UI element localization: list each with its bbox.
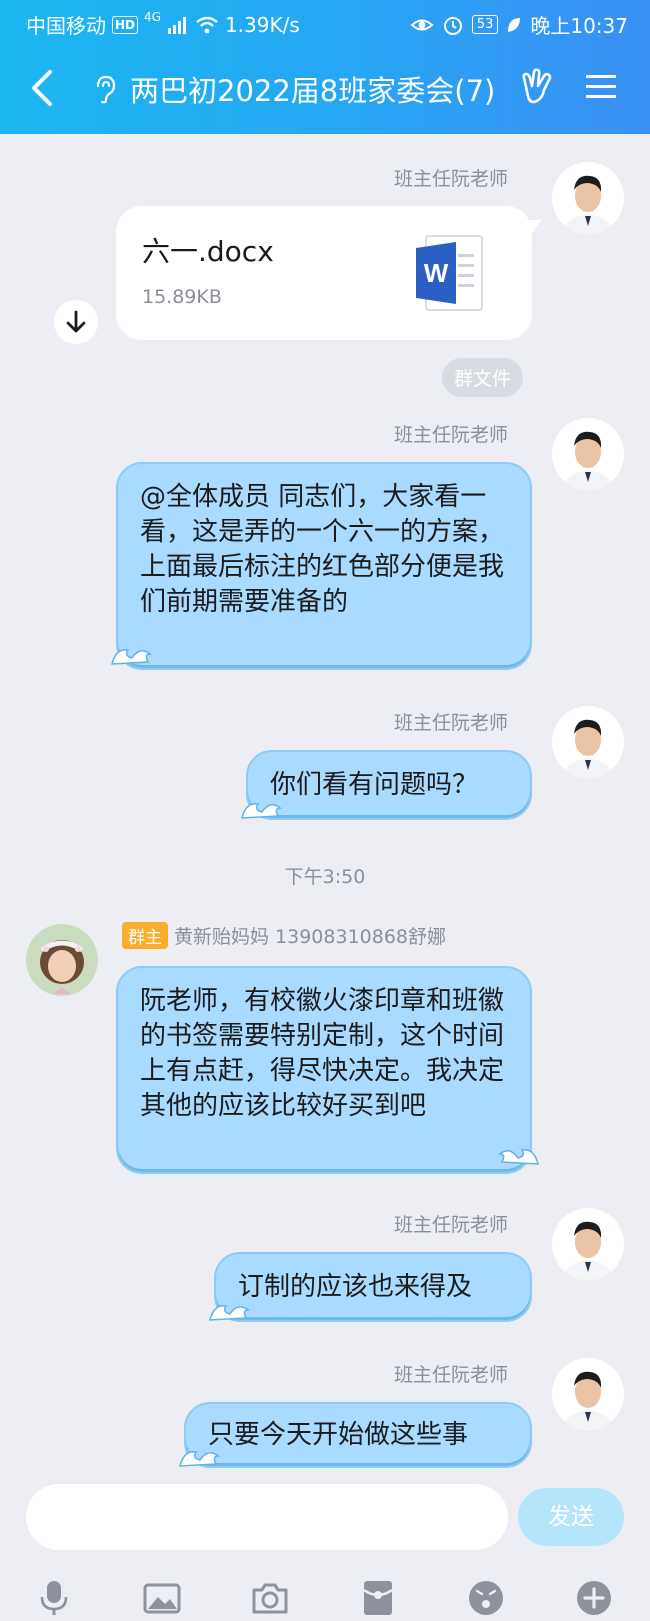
wave-decoration-icon [209, 1305, 251, 1321]
signal-icon [167, 16, 186, 34]
back-button[interactable] [24, 66, 64, 110]
avatar[interactable] [552, 1208, 624, 1280]
message-bubble[interactable]: @全体成员 同志们，大家看一看，这是弄的一个六一的方案，上面最后标注的红色部分便… [116, 462, 532, 670]
header: 中国移动 HD 4G 1.39K/s 53 晚上10:37 两巴初2022届8班… [0, 0, 650, 134]
teacher-avatar-icon [552, 1358, 624, 1430]
hand-icon[interactable] [516, 66, 558, 108]
chat-title[interactable]: 两巴初2022届8班家委会(7) [130, 68, 495, 110]
ear-icon [96, 75, 116, 104]
message-bubble[interactable]: 只要今天开始做这些事 [184, 1402, 532, 1468]
svg-text:W: W [424, 258, 449, 288]
avatar[interactable] [552, 706, 624, 778]
message-bubble[interactable]: 你们看有问题吗？ [246, 750, 532, 820]
sender-line: 群主 黄新贻妈妈 13908310868舒娜 [122, 922, 446, 949]
wave-decoration-icon [111, 649, 153, 665]
teacher-avatar-icon [552, 162, 624, 234]
avatar[interactable] [552, 162, 624, 234]
status-bar: 中国移动 HD 4G 1.39K/s 53 晚上10:37 [0, 0, 650, 46]
word-document-icon: W [416, 235, 483, 311]
owner-avatar-icon [26, 924, 98, 996]
sender-name: 班主任阮老师 [394, 712, 509, 734]
teacher-avatar-icon [552, 418, 624, 490]
hd-badge: HD [112, 15, 139, 34]
sender-name: 班主任阮老师 [394, 424, 509, 446]
message-text: 你们看有问题吗？ [270, 770, 479, 800]
file-size: 15.89KB [142, 286, 222, 308]
wave-decoration-icon [497, 1149, 539, 1165]
sender-name: 黄新贻妈妈 13908310868舒娜 [174, 926, 447, 948]
wifi-icon [196, 16, 218, 33]
message-bubble[interactable]: 订制的应该也来得及 [214, 1252, 532, 1322]
message-input[interactable] [26, 1484, 508, 1550]
plus-icon[interactable] [574, 1578, 614, 1618]
avatar[interactable] [552, 418, 624, 490]
message-text: @全体成员 同志们，大家看一看，这是弄的一个六一的方案，上面最后标注的红色部分便… [140, 482, 505, 617]
battery-indicator: 53 [471, 15, 499, 34]
arrow-down-icon [66, 310, 86, 333]
send-button[interactable]: 发送 [518, 1488, 624, 1546]
file-name: 六一.docx [142, 235, 274, 268]
camera-icon[interactable] [250, 1578, 290, 1618]
sender-name: 班主任阮老师 [394, 1364, 509, 1386]
message-text: 订制的应该也来得及 [238, 1272, 473, 1302]
owner-badge: 群主 [122, 922, 168, 949]
message-text: 只要今天开始做这些事 [208, 1420, 469, 1450]
sender-name: 班主任阮老师 [394, 168, 509, 190]
network-label: 4G [144, 9, 161, 24]
microphone-icon[interactable] [34, 1578, 74, 1618]
avatar[interactable] [552, 1358, 624, 1430]
input-toolbar [0, 1568, 650, 1621]
file-card[interactable]: 六一.docx 15.89KB W [116, 206, 532, 340]
download-button[interactable] [54, 300, 98, 344]
alarm-icon [443, 16, 462, 35]
red-packet-icon[interactable] [358, 1578, 398, 1618]
sender-name: 班主任阮老师 [394, 1214, 509, 1236]
teacher-avatar-icon [552, 1208, 624, 1280]
emoji-icon[interactable] [466, 1578, 506, 1618]
bubble-tail [528, 220, 542, 242]
clock-label: 晚上10:37 [530, 14, 628, 38]
avatar[interactable] [26, 924, 98, 996]
message-text: 阮老师，有校徽火漆印章和班徽的书签需要特别定制，这个时间上有点赶，得尽快决定。我… [140, 986, 505, 1121]
wave-decoration-icon [179, 1451, 221, 1467]
teacher-avatar-icon [552, 706, 624, 778]
leaf-icon [508, 17, 521, 32]
time-separator: 下午3:50 [284, 866, 366, 888]
speed-label: 1.39K/s [224, 12, 300, 37]
wave-decoration-icon [241, 803, 283, 819]
eye-icon [410, 19, 434, 30]
image-icon[interactable] [142, 1578, 182, 1618]
carrier-label: 中国移动 [26, 14, 106, 38]
menu-button[interactable] [584, 70, 618, 104]
group-file-tag[interactable]: 群文件 [442, 358, 524, 397]
message-bubble[interactable]: 阮老师，有校徽火漆印章和班徽的书签需要特别定制，这个时间上有点赶，得尽快决定。我… [116, 966, 532, 1174]
title-bar: 两巴初2022届8班家委会(7) [0, 52, 650, 124]
